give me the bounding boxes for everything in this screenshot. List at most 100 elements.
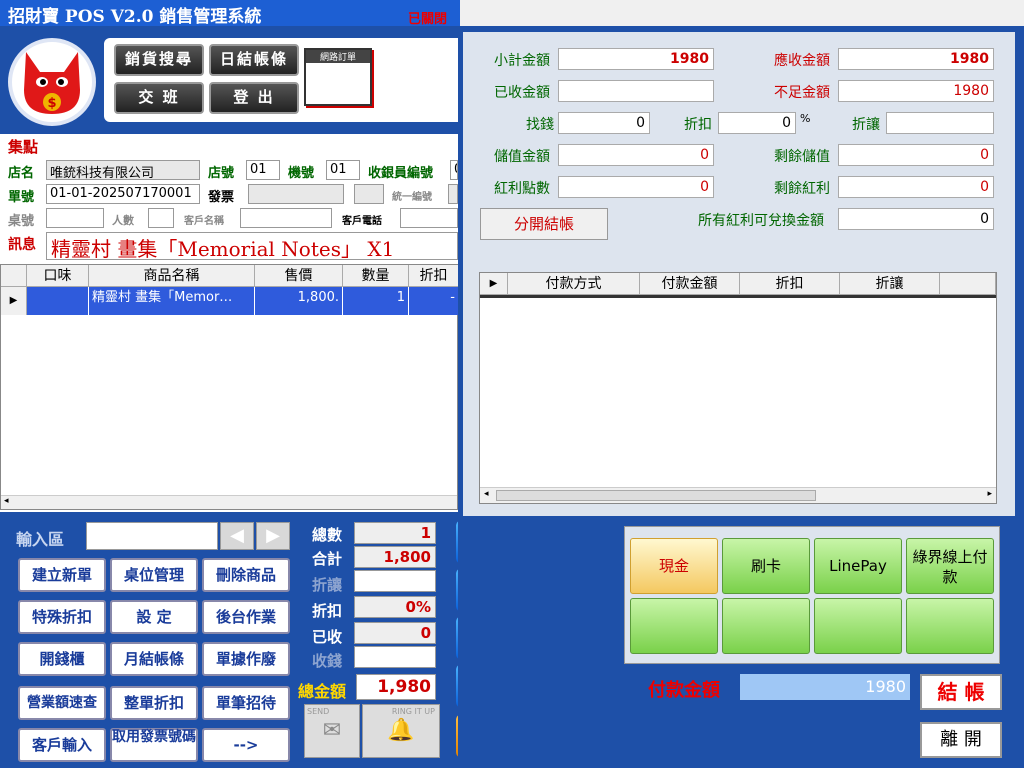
store-no-label: 店號 xyxy=(208,166,235,181)
shift-change-button[interactable]: 交 班 xyxy=(114,82,204,114)
stored-value-field[interactable]: 0 xyxy=(558,144,714,166)
pay-grid-pointer-icon: ▶ xyxy=(480,273,508,295)
pay-scroll-left-icon[interactable]: ◂ xyxy=(484,489,489,499)
pay-grid-scrollbar[interactable]: ◂ ▸ xyxy=(480,487,996,503)
arrow-left-icon[interactable]: ◀ xyxy=(220,522,254,550)
input-area-label: 輸入區 xyxy=(16,530,65,549)
pay-scroll-thumb[interactable] xyxy=(496,490,816,501)
tax-id-label: 統一編號 xyxy=(392,192,432,203)
row-pointer-icon: ▶ xyxy=(1,287,27,315)
tax-id-field[interactable] xyxy=(448,184,458,204)
allowance-label: 折讓 xyxy=(312,576,343,594)
table-field[interactable] xyxy=(46,208,104,228)
web-order-button[interactable]: 網路訂單 xyxy=(304,48,372,106)
cash-in-label: 收錢 xyxy=(312,652,343,670)
open-drawer-button[interactable]: 開錢櫃 xyxy=(18,642,106,676)
col-flavor[interactable]: 口味 xyxy=(27,265,89,287)
col-pay-method[interactable]: 付款方式 xyxy=(508,273,640,295)
send-label: SEND xyxy=(307,707,330,716)
new-order-button[interactable]: 建立新單 xyxy=(18,558,106,592)
allowance-field[interactable] xyxy=(354,570,436,592)
pay-allowance-field[interactable] xyxy=(886,112,994,134)
invoice-number-button[interactable]: 取用發票號碼 xyxy=(110,728,198,762)
pay-scroll-right-icon[interactable]: ▸ xyxy=(987,489,992,499)
customer-input-button[interactable]: 客戶輸入 xyxy=(18,728,106,762)
invoice-field[interactable] xyxy=(248,184,344,204)
method-slot-7[interactable] xyxy=(814,598,902,654)
grid-scrollbar[interactable]: ◂ xyxy=(1,495,457,509)
col-name[interactable]: 商品名稱 xyxy=(89,265,255,287)
col-price[interactable]: 售價 xyxy=(255,265,343,287)
order-discount-button[interactable]: 整單折扣 xyxy=(110,686,198,720)
col-qty[interactable]: 數量 xyxy=(343,265,409,287)
linepay-button[interactable]: LinePay xyxy=(814,538,902,594)
arrow-right-icon[interactable]: ▶ xyxy=(256,522,290,550)
ring-up-button[interactable]: RING IT UP 🔔 xyxy=(362,704,440,758)
stored-value-label: 儲值金額 xyxy=(494,149,550,165)
daily-close-button[interactable]: 日結帳條 xyxy=(209,44,299,76)
table-manage-button[interactable]: 桌位管理 xyxy=(110,558,198,592)
all-bonus-label: 所有紅利可兌換金額 xyxy=(698,213,824,229)
cell-name[interactable]: 精靈村 畫集「Memor… xyxy=(89,287,255,315)
col-pay-discount[interactable]: 折扣 xyxy=(740,273,840,295)
grid-corner xyxy=(1,265,27,287)
received-amount-field[interactable] xyxy=(558,80,714,102)
pay-discount-label: 折扣 xyxy=(684,117,712,133)
customer-field[interactable] xyxy=(240,208,332,228)
method-slot-8[interactable] xyxy=(906,598,994,654)
void-document-button[interactable]: 單據作廢 xyxy=(202,642,290,676)
scroll-left-icon[interactable]: ◂ xyxy=(4,496,9,506)
cell-discount[interactable]: - xyxy=(409,287,459,315)
monthly-close-button[interactable]: 月結帳條 xyxy=(110,642,198,676)
delete-item-button[interactable]: 刪除商品 xyxy=(202,558,290,592)
percent-label: % xyxy=(800,112,811,125)
payment-grid[interactable]: ▶ 付款方式 付款金額 折扣 折讓 ◂ ▸ xyxy=(479,272,997,504)
received-amount-label: 已收金額 xyxy=(494,85,550,101)
pay-amount-field[interactable]: 1980 xyxy=(740,674,910,700)
cat-logo-icon: $ xyxy=(8,38,96,126)
machine-no-field[interactable]: 01 xyxy=(326,160,360,180)
count-label: 總數 xyxy=(312,526,343,544)
bonus-points-field[interactable]: 0 xyxy=(558,176,714,198)
card-button[interactable]: 刷卡 xyxy=(722,538,810,594)
cashier-no-field[interactable]: 0 xyxy=(450,160,458,180)
sales-search-button[interactable]: 銷貨搜尋 xyxy=(114,44,204,76)
col-discount[interactable]: 折扣 xyxy=(409,265,459,287)
col-pay-allowance[interactable]: 折讓 xyxy=(840,273,940,295)
cash-button[interactable]: 現金 xyxy=(630,538,718,594)
backend-button[interactable]: 後台作業 xyxy=(202,600,290,634)
pay-allowance-label: 折讓 xyxy=(852,117,880,133)
remaining-bonus-label: 剩餘紅利 xyxy=(774,181,830,197)
grid-divider xyxy=(480,295,996,298)
logout-button[interactable]: 登 出 xyxy=(209,82,299,114)
grand-total-label: 總金額 xyxy=(298,682,347,701)
cell-qty[interactable]: 1 xyxy=(343,287,409,315)
col-pay-amount[interactable]: 付款金額 xyxy=(640,273,740,295)
method-slot-5[interactable] xyxy=(630,598,718,654)
invoice-extra-field[interactable] xyxy=(354,184,384,204)
ecpay-online-button[interactable]: 綠界線上付款 xyxy=(906,538,994,594)
cell-price[interactable]: 1,800. xyxy=(255,287,343,315)
method-slot-6[interactable] xyxy=(722,598,810,654)
checkout-button[interactable]: 結 帳 xyxy=(920,674,1002,710)
people-field[interactable] xyxy=(148,208,174,228)
send-button[interactable]: SEND ✉ xyxy=(304,704,360,758)
single-treat-button[interactable]: 單筆招待 xyxy=(202,686,290,720)
pay-discount-field[interactable]: 0 xyxy=(718,112,796,134)
phone-field[interactable] xyxy=(400,208,458,228)
receivable-label: 應收金額 xyxy=(774,53,830,69)
more-button[interactable]: --> xyxy=(202,728,290,762)
item-grid[interactable]: 口味 商品名稱 售價 數量 折扣 ▶ 精靈村 畫集「Memor… 1,800. … xyxy=(0,264,459,510)
settings-button[interactable]: 設 定 xyxy=(110,600,198,634)
cash-in-field[interactable] xyxy=(354,646,436,668)
leave-button[interactable]: 離 開 xyxy=(920,722,1002,758)
store-no-field[interactable]: 01 xyxy=(246,160,280,180)
revenue-check-button[interactable]: 營業額速查 xyxy=(18,686,106,720)
cell-flavor[interactable] xyxy=(27,287,89,315)
store-name-field: 唯銃科技有限公司 xyxy=(46,160,200,180)
received-label: 已收 xyxy=(312,628,343,646)
split-checkout-button[interactable]: 分開結帳 xyxy=(480,208,608,240)
special-discount-button[interactable]: 特殊折扣 xyxy=(18,600,106,634)
input-area-field[interactable] xyxy=(86,522,218,550)
machine-label: 機號 xyxy=(288,166,315,181)
